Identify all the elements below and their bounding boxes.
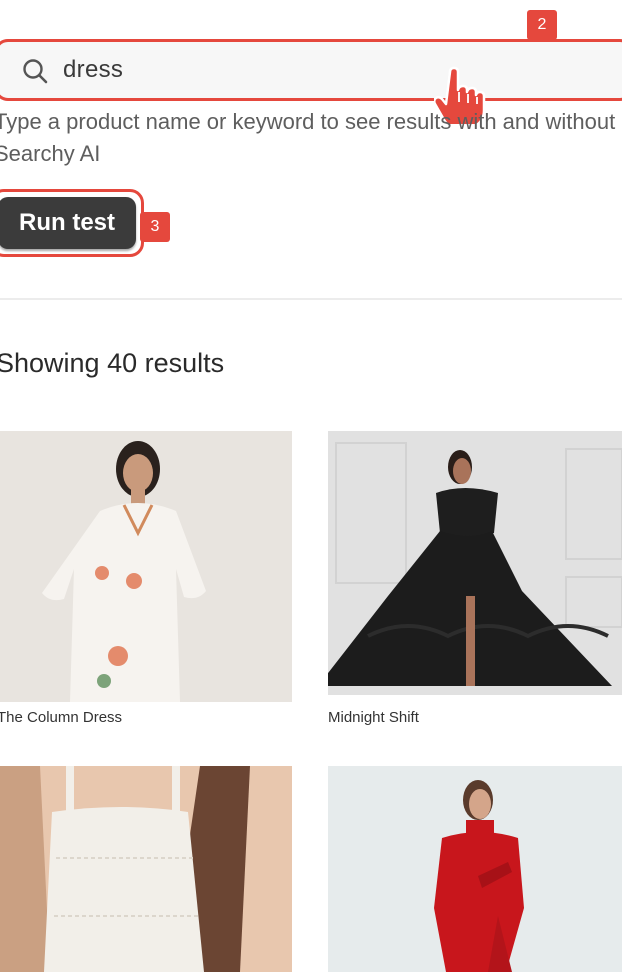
results-count: Showing 40 results	[0, 348, 225, 378]
search-helper-text: Type a product name or keyword to see re…	[0, 109, 616, 166]
search-input[interactable]: dress	[63, 56, 123, 84]
product-image[interactable]	[0, 766, 292, 972]
step-2-badge: 2	[527, 10, 557, 40]
step-3-badge: 3	[140, 212, 170, 242]
product-image[interactable]	[328, 431, 622, 695]
search-icon	[23, 59, 48, 84]
divider	[0, 298, 622, 300]
product-title[interactable]: Midnight Shift	[328, 709, 419, 726]
product-title[interactable]: The Column Dress	[0, 709, 122, 726]
product-image[interactable]	[0, 431, 292, 702]
product-image[interactable]	[328, 766, 622, 972]
search-field[interactable]: dress	[0, 39, 622, 101]
run-test-button[interactable]: Run test	[0, 197, 136, 249]
run-test-highlight: Run test	[0, 189, 144, 257]
